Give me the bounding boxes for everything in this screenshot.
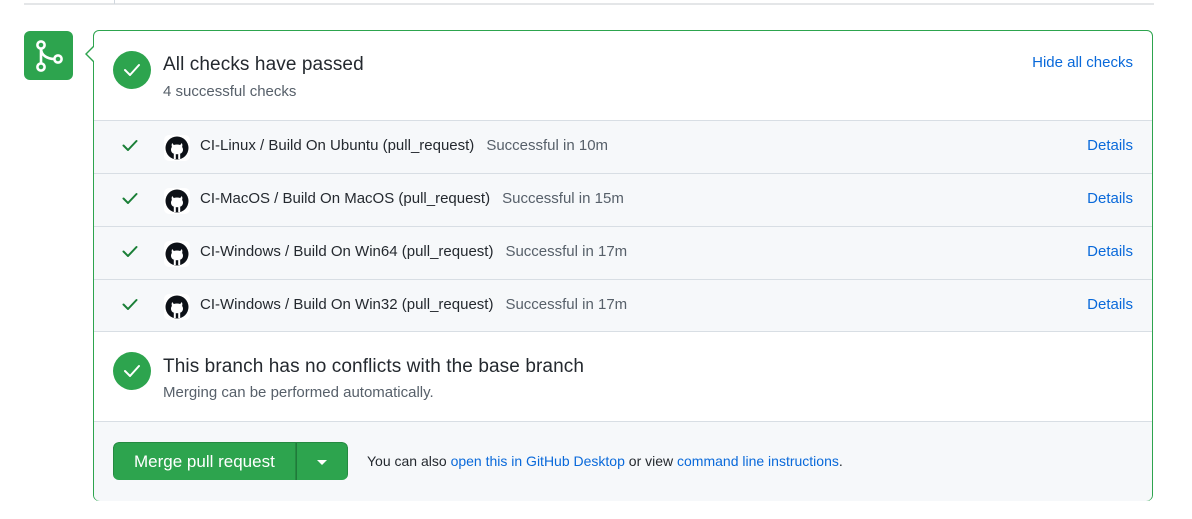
merge-help-middle: or view <box>624 453 678 469</box>
caret-down-icon <box>316 453 328 471</box>
github-logo-icon <box>164 135 190 166</box>
checks-subtitle: 4 successful checks <box>163 83 297 100</box>
github-logo-icon <box>164 188 190 219</box>
conflicts-subtitle: Merging can be performed automatically. <box>163 384 434 401</box>
check-icon <box>122 298 138 316</box>
check-details-link[interactable]: Details <box>1087 243 1133 260</box>
merge-help-suffix: . <box>838 453 843 469</box>
merge-box: All checks have passed 4 successful chec… <box>85 30 1153 501</box>
check-row: CI-Linux / Build On Ubuntu (pull_request… <box>94 120 1152 173</box>
check-status: Successful in 10m <box>486 137 609 154</box>
check-name: CI-Windows / Build On Win32 (pull_reques… <box>200 296 494 313</box>
check-status: Successful in 17m <box>505 243 628 260</box>
check-icon <box>122 139 138 157</box>
check-details-link[interactable]: Details <box>1087 137 1133 154</box>
merge-help-prefix: You can also <box>367 453 451 469</box>
timeline-divider-tick <box>114 0 115 4</box>
open-in-github-desktop-link[interactable]: open this in GitHub Desktop <box>451 453 625 469</box>
checks-list: CI-Linux / Build On Ubuntu (pull_request… <box>94 120 1152 332</box>
merge-actions: Merge pull request You can also open thi… <box>94 421 1152 501</box>
merge-options-dropdown[interactable] <box>295 442 348 480</box>
check-details-link[interactable]: Details <box>1087 190 1133 207</box>
check-icon <box>122 245 138 263</box>
check-row: CI-MacOS / Build On MacOS (pull_request)… <box>94 173 1152 226</box>
check-circle-icon <box>113 352 151 390</box>
timeline-divider <box>24 3 1154 5</box>
merge-pull-request-button[interactable]: Merge pull request <box>113 442 296 480</box>
check-status: Successful in 15m <box>502 190 624 207</box>
check-name: CI-Linux / Build On Ubuntu (pull_request… <box>200 137 475 154</box>
hide-all-checks-link[interactable]: Hide all checks <box>1032 54 1133 71</box>
command-line-instructions-link[interactable]: command line instructions <box>677 453 839 469</box>
check-details-link[interactable]: Details <box>1087 296 1133 313</box>
merge-button-group: Merge pull request <box>113 442 348 480</box>
check-icon <box>122 192 138 210</box>
checks-title: All checks have passed <box>163 54 364 75</box>
conflicts-section: This branch has no conflicts with the ba… <box>94 331 1152 422</box>
github-logo-icon <box>164 241 190 272</box>
check-row: CI-Windows / Build On Win32 (pull_reques… <box>94 279 1152 332</box>
conflicts-title: This branch has no conflicts with the ba… <box>163 356 585 377</box>
check-name: CI-Windows / Build On Win64 (pull_reques… <box>200 243 494 260</box>
check-status: Successful in 17m <box>505 296 628 313</box>
merge-help-text: You can also open this in GitHub Desktop… <box>367 453 843 469</box>
check-name: CI-MacOS / Build On MacOS (pull_request) <box>200 190 491 207</box>
git-merge-icon <box>24 31 73 80</box>
check-circle-icon <box>113 51 151 89</box>
check-row: CI-Windows / Build On Win64 (pull_reques… <box>94 226 1152 279</box>
github-logo-icon <box>164 294 190 325</box>
